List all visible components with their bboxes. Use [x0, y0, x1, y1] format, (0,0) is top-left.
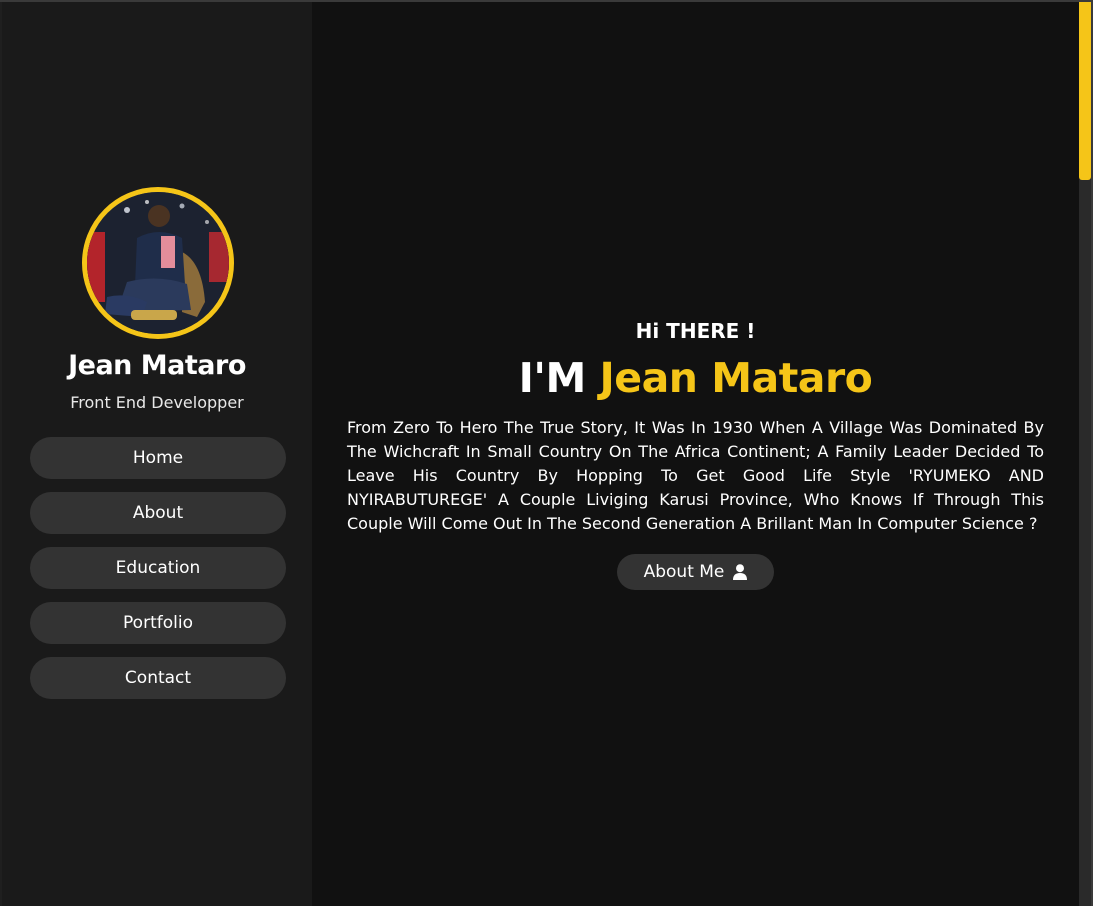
about-me-button-label: About Me	[643, 562, 725, 582]
hero-headline-prefix: I'M	[518, 354, 587, 402]
user-icon	[733, 564, 748, 580]
about-me-button[interactable]: About Me	[617, 554, 774, 590]
profile-role: Front End Developper	[70, 393, 244, 412]
hero-greeting: Hi THERE !	[635, 319, 756, 343]
profile-name: Jean Mataro	[68, 350, 246, 381]
sidebar-nav: Home About Education Portfolio Contact	[30, 437, 286, 712]
profile-avatar	[82, 187, 234, 339]
hero-headline: I'M Jean Mataro	[312, 352, 1079, 404]
hero-paragraph: From Zero To Hero The True Story, It Was…	[347, 418, 1044, 533]
sidebar-item-home[interactable]: Home	[30, 437, 286, 479]
vertical-scrollbar[interactable]	[1079, 2, 1091, 906]
sidebar-item-contact[interactable]: Contact	[30, 657, 286, 699]
app-window: Jean Mataro Front End Developper Home Ab…	[0, 0, 1093, 906]
sidebar-item-education[interactable]: Education	[30, 547, 286, 589]
sidebar-item-about[interactable]: About	[30, 492, 286, 534]
avatar-photo	[87, 192, 229, 334]
sidebar-item-portfolio[interactable]: Portfolio	[30, 602, 286, 644]
scrollbar-thumb[interactable]	[1079, 2, 1091, 180]
hero-headline-name: Jean Mataro	[599, 354, 873, 402]
